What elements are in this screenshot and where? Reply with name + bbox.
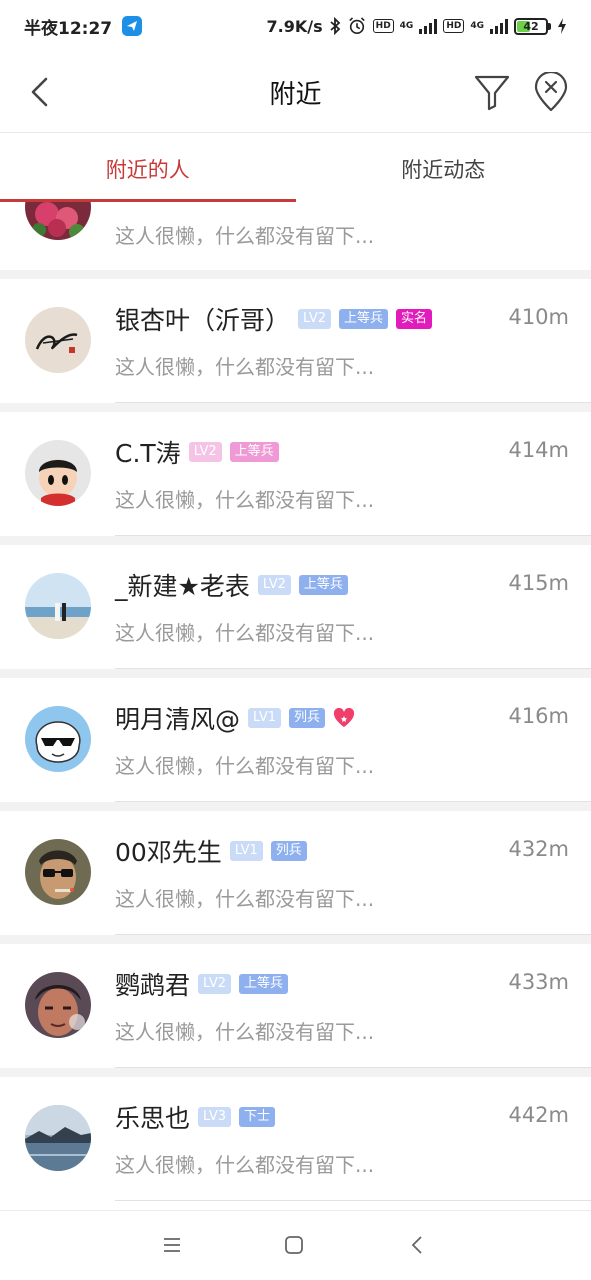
rank-badge: 列兵 bbox=[289, 708, 326, 728]
avatar bbox=[25, 573, 91, 639]
avatar bbox=[25, 307, 91, 373]
name-line: 00邓先生 LV1 列兵 bbox=[115, 833, 307, 869]
row-separator bbox=[0, 935, 591, 944]
list-item[interactable]: 乐思也 LV3 下士 442m 这人很懒，什么都没有留下... bbox=[0, 1077, 591, 1201]
list-item-partial[interactable]: 这人很懒，什么都没有留下... bbox=[0, 202, 591, 270]
rank-badge: 列兵 bbox=[270, 841, 307, 861]
bio-text: 这人很懒，什么都没有留下... bbox=[115, 488, 375, 512]
filter-icon[interactable] bbox=[472, 72, 512, 112]
user-name: 乐思也 bbox=[115, 1104, 191, 1133]
rank-badge: 上等兵 bbox=[229, 442, 279, 462]
location-clear-icon[interactable] bbox=[532, 72, 570, 112]
list-item[interactable]: 银杏叶（沂哥） LV2 上等兵 实名 410m 这人很懒，什么都没有留下... bbox=[0, 279, 591, 403]
header: 附近 bbox=[0, 52, 591, 132]
rank-badge: 上等兵 bbox=[298, 575, 348, 595]
bio-text: 这人很懒，什么都没有留下... bbox=[115, 1153, 375, 1177]
home-square-icon[interactable] bbox=[282, 1233, 306, 1257]
signal-icon-1 bbox=[419, 18, 438, 34]
distance-label: 410m bbox=[508, 305, 569, 329]
user-name: 00邓先生 bbox=[115, 838, 222, 867]
user-name: 鹦鹉君 bbox=[115, 971, 191, 1000]
menu-icon[interactable] bbox=[160, 1233, 184, 1257]
battery-icon: 42 bbox=[514, 17, 548, 35]
bluetooth-icon bbox=[330, 17, 340, 35]
charging-icon bbox=[558, 18, 566, 34]
avatar bbox=[25, 202, 91, 240]
rank-badge: 上等兵 bbox=[339, 309, 389, 329]
level-badge: LV2 bbox=[257, 575, 291, 595]
hd-badge-2: HD bbox=[443, 19, 465, 33]
row-separator bbox=[0, 669, 591, 678]
network-type-1: 4G bbox=[399, 20, 414, 31]
heart-icon bbox=[333, 708, 355, 727]
row-divider bbox=[115, 1200, 591, 1201]
tab-nearby-people[interactable]: 附近的人 bbox=[0, 133, 296, 204]
level-badge: LV2 bbox=[188, 442, 222, 462]
row-separator bbox=[0, 536, 591, 545]
status-right: 7.9K/s HD 4G HD 4G 42 bbox=[267, 17, 567, 36]
user-name: _新建★老表 bbox=[115, 572, 250, 601]
system-nav-bar bbox=[0, 1210, 591, 1280]
distance-label: 415m bbox=[508, 571, 569, 595]
signal-icon-2 bbox=[490, 18, 508, 34]
status-time: 半夜12:27 bbox=[24, 18, 113, 39]
name-line: 明月清风@ LV1 列兵 bbox=[115, 700, 355, 736]
list-item[interactable]: _新建★老表 LV2 上等兵 415m 这人很懒，什么都没有留下... bbox=[0, 545, 591, 669]
bio-text: 这人很懒，什么都没有留下... bbox=[115, 887, 375, 911]
name-line: 乐思也 LV3 下士 bbox=[115, 1099, 276, 1135]
list-item[interactable]: 鹦鹉君 LV2 上等兵 433m 这人很懒，什么都没有留下... bbox=[0, 944, 591, 1068]
user-name: 明月清风@ bbox=[115, 705, 241, 734]
app-notification-icon bbox=[122, 16, 143, 36]
user-name: C.T涛 bbox=[115, 439, 181, 468]
row-separator bbox=[0, 403, 591, 412]
level-badge: LV1 bbox=[229, 841, 263, 861]
hd-badge-1: HD bbox=[372, 19, 394, 33]
level-badge: LV2 bbox=[198, 974, 231, 994]
list-item[interactable]: 明月清风@ LV1 列兵 416m 这人很懒，什么都没有留下... bbox=[0, 678, 591, 802]
tab-bar: 附近的人 附近动态 bbox=[0, 132, 591, 204]
alarm-icon bbox=[348, 17, 365, 35]
bio-text: 这人很懒，什么都没有留下... bbox=[115, 754, 375, 778]
name-line: 银杏叶（沂哥） LV2 上等兵 实名 bbox=[115, 301, 433, 337]
distance-label: 442m bbox=[508, 1103, 569, 1127]
distance-label: 432m bbox=[508, 837, 569, 861]
name-line: 鹦鹉君 LV2 上等兵 bbox=[115, 966, 289, 1002]
list-item[interactable]: C.T涛 LV2 上等兵 414m 这人很懒，什么都没有留下... bbox=[0, 412, 591, 536]
back-chevron-icon[interactable] bbox=[406, 1233, 430, 1257]
back-arrow-icon[interactable] bbox=[22, 74, 58, 110]
distance-label: 433m bbox=[508, 970, 569, 994]
avatar bbox=[25, 440, 91, 506]
battery-level: 42 bbox=[523, 19, 539, 33]
page-title: 附近 bbox=[269, 79, 322, 110]
verified-badge: 实名 bbox=[396, 309, 433, 329]
list-item[interactable]: 00邓先生 LV1 列兵 432m 这人很懒，什么都没有留下... bbox=[0, 811, 591, 935]
bio-text: 这人很懒，什么都没有留下... bbox=[115, 1020, 375, 1044]
row-separator bbox=[0, 1068, 591, 1077]
avatar bbox=[25, 706, 91, 772]
rank-badge: 下士 bbox=[239, 1107, 276, 1127]
rank-badge: 上等兵 bbox=[239, 974, 289, 994]
avatar bbox=[25, 972, 91, 1038]
bio-text: 这人很懒，什么都没有留下... bbox=[115, 224, 375, 248]
tab-nearby-moments[interactable]: 附近动态 bbox=[296, 133, 591, 204]
network-speed: 7.9K/s bbox=[266, 16, 323, 36]
avatar bbox=[25, 839, 91, 905]
row-separator bbox=[0, 802, 591, 811]
level-badge: LV1 bbox=[248, 708, 281, 728]
bio-text: 这人很懒，什么都没有留下... bbox=[115, 621, 375, 645]
distance-label: 416m bbox=[508, 704, 569, 728]
row-separator bbox=[0, 270, 591, 279]
status-left: 半夜12:27 bbox=[24, 14, 143, 39]
network-type-2: 4G bbox=[470, 20, 484, 31]
name-line: _新建★老表 LV2 上等兵 bbox=[115, 567, 348, 603]
people-list[interactable]: 这人很懒，什么都没有留下... 银杏叶（沂哥） LV2 上等兵 实名 410m … bbox=[0, 202, 591, 1210]
distance-label: 414m bbox=[508, 438, 569, 462]
avatar bbox=[25, 1105, 91, 1171]
bio-text: 这人很懒，什么都没有留下... bbox=[115, 355, 375, 379]
user-name: 银杏叶（沂哥） bbox=[115, 306, 291, 335]
name-line: C.T涛 LV2 上等兵 bbox=[115, 434, 279, 470]
status-bar: 半夜12:27 7.9K/s HD 4G HD 4G 42 bbox=[0, 0, 591, 52]
level-badge: LV3 bbox=[198, 1107, 231, 1127]
level-badge: LV2 bbox=[298, 309, 331, 329]
